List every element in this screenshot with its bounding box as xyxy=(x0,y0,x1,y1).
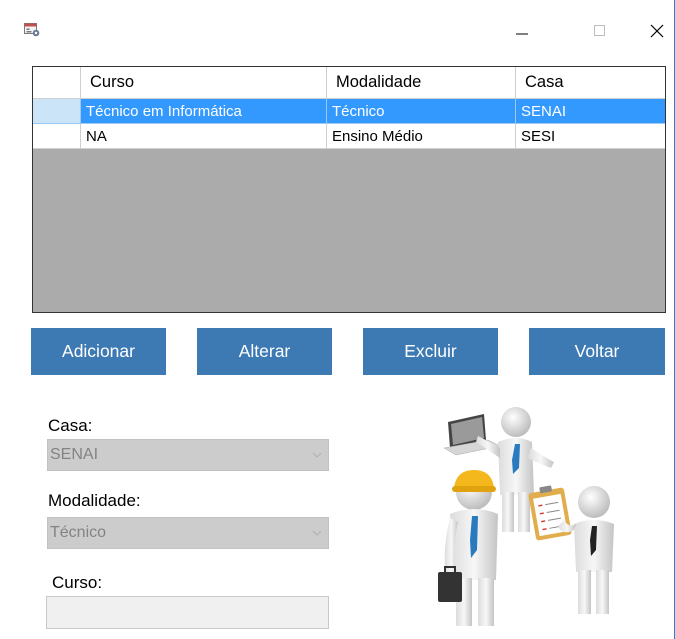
modalidade-select-value: Técnico xyxy=(50,524,107,541)
cell-modalidade[interactable]: Ensino Médio xyxy=(327,124,516,149)
close-icon xyxy=(650,24,664,38)
row-header[interactable] xyxy=(33,99,81,124)
team-illustration xyxy=(438,407,614,626)
row-header-corner xyxy=(33,67,81,99)
casa-label: Casa: xyxy=(48,416,93,435)
cell-casa[interactable]: SENAI xyxy=(516,99,665,124)
table-row[interactable]: Técnico em Informática Técnico SENAI xyxy=(33,99,665,124)
maximize-button[interactable] xyxy=(577,17,623,45)
chevron-down-icon xyxy=(312,452,322,458)
clipboard-icon xyxy=(528,485,572,541)
column-header-casa[interactable]: Casa xyxy=(516,67,665,99)
cell-casa[interactable]: SESI xyxy=(516,124,665,149)
title-bar xyxy=(0,0,674,62)
add-button[interactable]: Adicionar xyxy=(31,328,166,375)
table-row[interactable]: NA Ensino Médio SESI xyxy=(33,124,665,149)
delete-button[interactable]: Excluir xyxy=(363,328,498,375)
minimize-button[interactable] xyxy=(499,17,545,45)
edit-button[interactable]: Alterar xyxy=(197,328,332,375)
minimize-icon xyxy=(516,33,528,35)
modalidade-select[interactable]: Técnico xyxy=(47,517,329,549)
chevron-down-icon xyxy=(312,530,322,536)
cell-curso[interactable]: NA xyxy=(81,124,327,149)
casa-select[interactable]: SENAI xyxy=(47,439,329,471)
app-icon xyxy=(24,23,40,37)
cell-curso[interactable]: Técnico em Informática xyxy=(81,99,327,124)
curso-label: Curso: xyxy=(52,573,103,592)
maximize-icon xyxy=(594,25,605,36)
courses-grid[interactable]: Curso Modalidade Casa Técnico em Informá… xyxy=(32,66,666,313)
grid-header: Curso Modalidade Casa xyxy=(33,67,665,99)
casa-select-value: SENAI xyxy=(50,446,99,463)
column-header-modalidade[interactable]: Modalidade xyxy=(327,67,516,99)
back-button[interactable]: Voltar xyxy=(529,328,665,375)
cell-modalidade[interactable]: Técnico xyxy=(327,99,516,124)
worker-figure xyxy=(438,470,498,626)
curso-input[interactable] xyxy=(46,596,329,629)
course-window: Curso Modalidade Casa Técnico em Informá… xyxy=(0,0,675,639)
person-with-clipboard xyxy=(528,485,614,614)
column-header-curso[interactable]: Curso xyxy=(81,67,327,99)
modalidade-label: Modalidade: xyxy=(48,491,141,510)
row-header[interactable] xyxy=(33,124,81,149)
close-button[interactable] xyxy=(634,17,675,45)
